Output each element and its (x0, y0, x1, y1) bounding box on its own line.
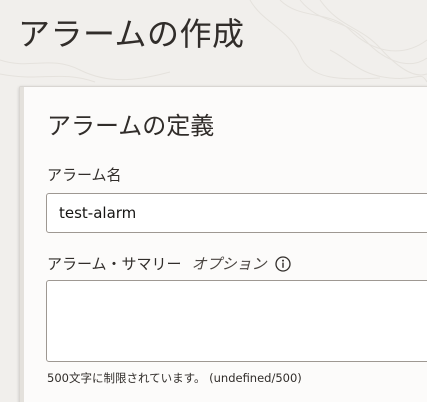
alarm-name-input[interactable] (46, 193, 427, 233)
alarm-name-label: アラーム名 (47, 166, 122, 184)
alarm-summary-textarea[interactable] (46, 280, 427, 362)
optional-label: オプション (191, 255, 267, 273)
page-title: アラームの作成 (18, 15, 245, 53)
info-circle-icon[interactable] (274, 256, 291, 272)
section-title: アラームの定義 (47, 112, 215, 140)
character-limit-text: 500文字に制限されています。 (47, 371, 206, 385)
alarm-summary-label-row: アラーム・サマリー オプション (47, 254, 291, 274)
alarm-summary-helper: 500文字に制限されています。 (undefined/500) (47, 370, 302, 386)
alarm-summary-label: アラーム・サマリー (47, 255, 182, 273)
character-counter: (undefined/500) (209, 371, 302, 385)
alarm-definition-panel: アラームの定義 アラーム名 アラーム・サマリーオプション 500文字に制限されて… (19, 86, 427, 402)
